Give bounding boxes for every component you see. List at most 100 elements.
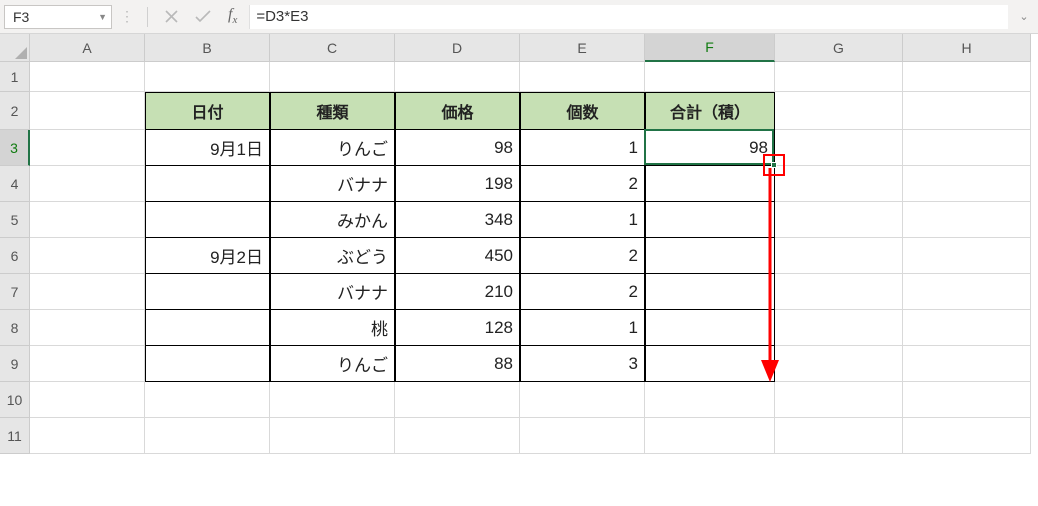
- cell-A3[interactable]: [30, 130, 145, 166]
- row-header-7[interactable]: 7: [0, 274, 30, 310]
- cell-G3[interactable]: [775, 130, 903, 166]
- cell-G7[interactable]: [775, 274, 903, 310]
- insert-function-button[interactable]: fx: [222, 6, 243, 26]
- cell-D10[interactable]: [395, 382, 520, 418]
- select-all-corner[interactable]: [0, 34, 30, 62]
- cell-G2[interactable]: [775, 92, 903, 130]
- cell-E9[interactable]: 3: [520, 346, 645, 382]
- cell-B2[interactable]: 日付: [145, 92, 270, 130]
- cell-F7[interactable]: [645, 274, 775, 310]
- row-header-10[interactable]: 10: [0, 382, 30, 418]
- cell-H5[interactable]: [903, 202, 1031, 238]
- row-header-3[interactable]: 3: [0, 130, 30, 166]
- cell-E8[interactable]: 1: [520, 310, 645, 346]
- cell-B9[interactable]: [145, 346, 270, 382]
- cell-B1[interactable]: [145, 62, 270, 92]
- cell-B11[interactable]: [145, 418, 270, 454]
- cell-A6[interactable]: [30, 238, 145, 274]
- cell-F3[interactable]: 98: [645, 130, 775, 166]
- cell-D9[interactable]: 88: [395, 346, 520, 382]
- cell-B6[interactable]: 9月2日: [145, 238, 270, 274]
- cell-C1[interactable]: [270, 62, 395, 92]
- cell-F5[interactable]: [645, 202, 775, 238]
- cell-G4[interactable]: [775, 166, 903, 202]
- cell-B5[interactable]: [145, 202, 270, 238]
- enter-button[interactable]: [190, 5, 216, 29]
- cell-C5[interactable]: みかん: [270, 202, 395, 238]
- cell-C6[interactable]: ぶどう: [270, 238, 395, 274]
- cell-C11[interactable]: [270, 418, 395, 454]
- cell-E7[interactable]: 2: [520, 274, 645, 310]
- cell-H10[interactable]: [903, 382, 1031, 418]
- cell-A10[interactable]: [30, 382, 145, 418]
- cell-G9[interactable]: [775, 346, 903, 382]
- cell-E3[interactable]: 1: [520, 130, 645, 166]
- cell-F4[interactable]: [645, 166, 775, 202]
- cell-D1[interactable]: [395, 62, 520, 92]
- row-header-6[interactable]: 6: [0, 238, 30, 274]
- cell-F6[interactable]: [645, 238, 775, 274]
- row-header-9[interactable]: 9: [0, 346, 30, 382]
- cell-E10[interactable]: [520, 382, 645, 418]
- cell-D4[interactable]: 198: [395, 166, 520, 202]
- cell-A1[interactable]: [30, 62, 145, 92]
- cell-D6[interactable]: 450: [395, 238, 520, 274]
- cell-H7[interactable]: [903, 274, 1031, 310]
- cell-H3[interactable]: [903, 130, 1031, 166]
- cell-C7[interactable]: バナナ: [270, 274, 395, 310]
- cell-D11[interactable]: [395, 418, 520, 454]
- cell-D3[interactable]: 98: [395, 130, 520, 166]
- cell-D8[interactable]: 128: [395, 310, 520, 346]
- cell-H11[interactable]: [903, 418, 1031, 454]
- column-header-C[interactable]: C: [270, 34, 395, 62]
- cell-H9[interactable]: [903, 346, 1031, 382]
- expand-formula-bar-icon[interactable]: ⌄: [1014, 10, 1034, 23]
- column-header-B[interactable]: B: [145, 34, 270, 62]
- cell-E11[interactable]: [520, 418, 645, 454]
- name-box[interactable]: F3 ▼: [4, 5, 112, 29]
- row-header-8[interactable]: 8: [0, 310, 30, 346]
- column-header-H[interactable]: H: [903, 34, 1031, 62]
- cell-D2[interactable]: 価格: [395, 92, 520, 130]
- cell-H4[interactable]: [903, 166, 1031, 202]
- cell-F10[interactable]: [645, 382, 775, 418]
- cell-B3[interactable]: 9月1日: [145, 130, 270, 166]
- column-header-E[interactable]: E: [520, 34, 645, 62]
- fill-handle[interactable]: [771, 162, 777, 168]
- cell-F1[interactable]: [645, 62, 775, 92]
- cell-C4[interactable]: バナナ: [270, 166, 395, 202]
- cell-B7[interactable]: [145, 274, 270, 310]
- cell-B4[interactable]: [145, 166, 270, 202]
- cell-H8[interactable]: [903, 310, 1031, 346]
- cell-B8[interactable]: [145, 310, 270, 346]
- cell-C9[interactable]: りんご: [270, 346, 395, 382]
- row-header-5[interactable]: 5: [0, 202, 30, 238]
- cell-C10[interactable]: [270, 382, 395, 418]
- cell-A5[interactable]: [30, 202, 145, 238]
- cell-A2[interactable]: [30, 92, 145, 130]
- cell-G6[interactable]: [775, 238, 903, 274]
- cell-D5[interactable]: 348: [395, 202, 520, 238]
- cell-G5[interactable]: [775, 202, 903, 238]
- column-header-D[interactable]: D: [395, 34, 520, 62]
- cell-E2[interactable]: 個数: [520, 92, 645, 130]
- cell-B10[interactable]: [145, 382, 270, 418]
- row-header-11[interactable]: 11: [0, 418, 30, 454]
- cell-G8[interactable]: [775, 310, 903, 346]
- column-header-A[interactable]: A: [30, 34, 145, 62]
- cell-A4[interactable]: [30, 166, 145, 202]
- cells-area[interactable]: 日付種類価格個数合計（積）9月1日りんご98198バナナ1982みかん34819…: [30, 62, 1031, 454]
- row-header-1[interactable]: 1: [0, 62, 30, 92]
- formula-input[interactable]: =D3*E3: [249, 5, 1008, 29]
- cell-A7[interactable]: [30, 274, 145, 310]
- cell-E4[interactable]: 2: [520, 166, 645, 202]
- cell-F11[interactable]: [645, 418, 775, 454]
- cancel-button[interactable]: [158, 5, 184, 29]
- cell-G10[interactable]: [775, 382, 903, 418]
- cell-A9[interactable]: [30, 346, 145, 382]
- cell-H2[interactable]: [903, 92, 1031, 130]
- cell-G11[interactable]: [775, 418, 903, 454]
- cell-A11[interactable]: [30, 418, 145, 454]
- cell-F8[interactable]: [645, 310, 775, 346]
- cell-E6[interactable]: 2: [520, 238, 645, 274]
